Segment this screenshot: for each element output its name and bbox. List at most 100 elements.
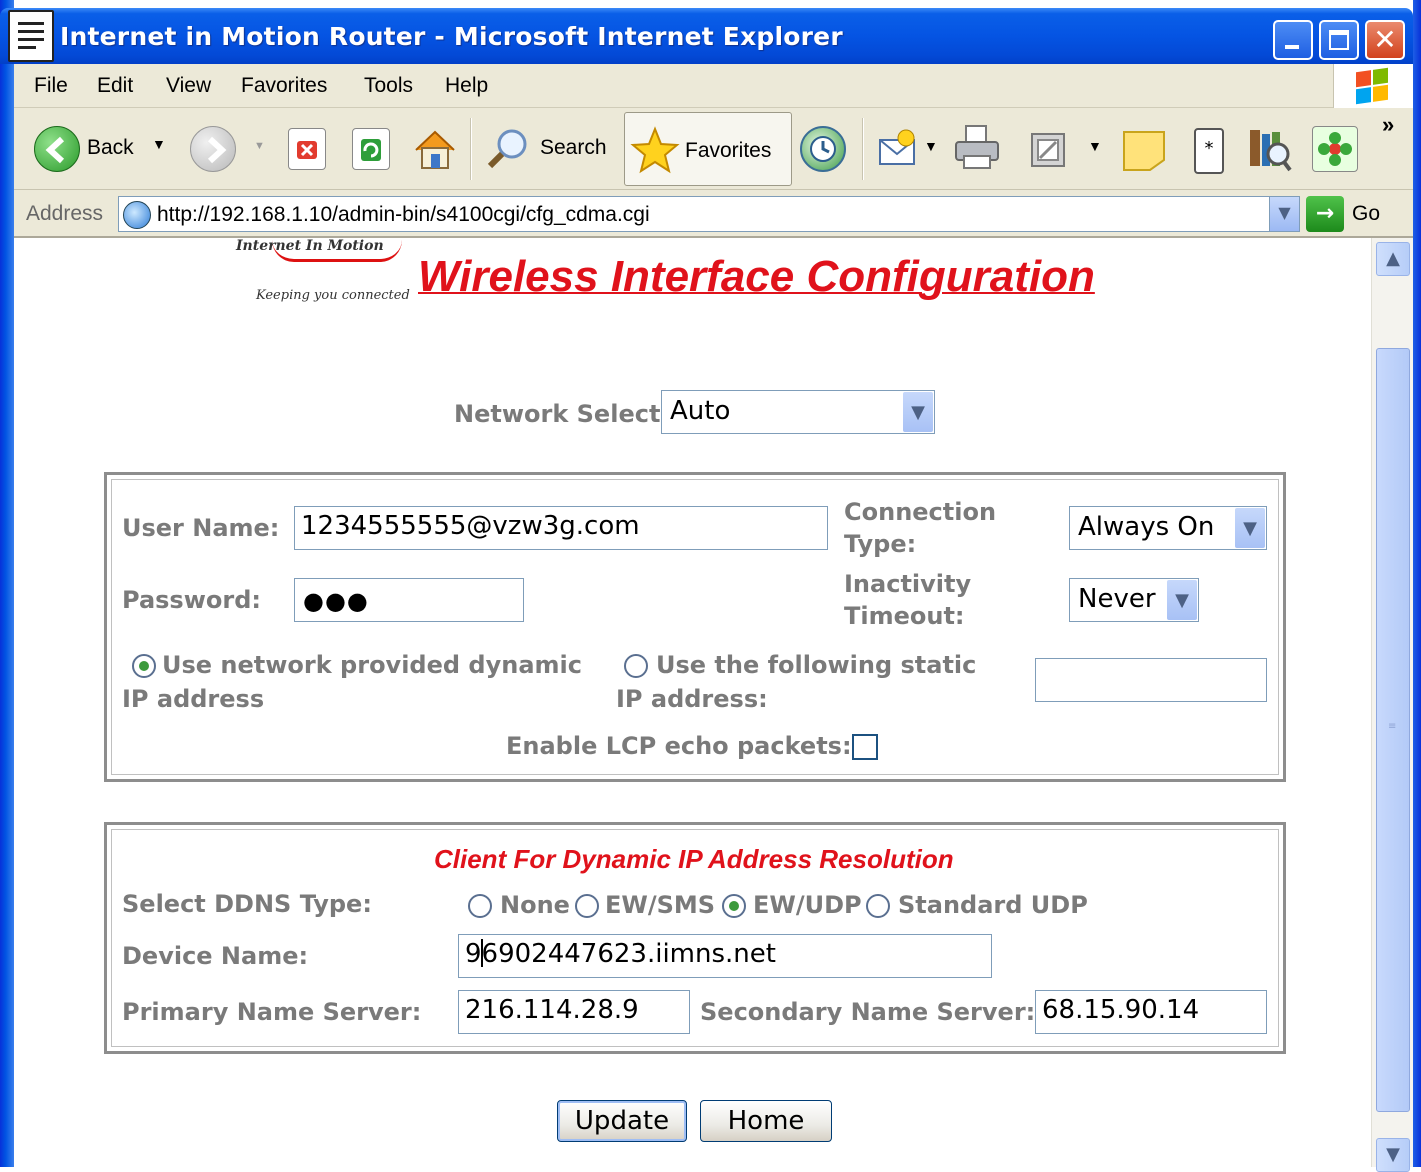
network-select-label: Network Select: [454,400,671,428]
maximize-icon [1329,30,1349,50]
edit-dropdown-icon[interactable]: ▼ [1088,138,1102,154]
scroll-up-icon[interactable]: ▲ [1376,242,1410,276]
chevron-down-icon[interactable]: ▼ [1235,508,1265,548]
network-select-value: Auto [670,396,731,426]
ddns-title: Client For Dynamic IP Address Resolution [434,844,954,874]
password-input[interactable]: ●●● [294,578,524,622]
minimize-button[interactable] [1273,20,1313,60]
stop-icon[interactable] [288,128,326,170]
logo-tagline: Keeping you connected [256,288,410,303]
user-name-value: 1234555555@vzw3g.com [301,511,640,541]
chevron-down-icon[interactable]: ▼ [1167,580,1197,620]
mail-icon[interactable] [876,126,922,178]
title-bar[interactable]: Internet in Motion Router - Microsoft In… [0,8,1413,64]
search-icon[interactable] [484,126,534,178]
lcp-echo-label: Enable LCP echo packets: [506,732,852,760]
menu-tools[interactable]: Tools [364,74,413,98]
favorites-star-icon [630,126,680,182]
address-label: Address [26,202,104,225]
mail-dropdown-icon[interactable]: ▼ [924,138,938,154]
refresh-icon[interactable] [352,128,390,170]
forward-dropdown-icon[interactable]: ▼ [254,140,265,152]
windows-logo [1333,64,1413,108]
more-chevron-icon[interactable]: » [1382,112,1394,138]
maximize-button[interactable] [1319,20,1359,60]
history-icon[interactable] [800,126,846,172]
update-button[interactable]: Update [557,1100,687,1142]
document-icon [8,10,54,62]
home-button[interactable]: Home [700,1100,832,1142]
ddns-standard-udp-label: Standard UDP [898,891,1088,919]
secondary-name-server-input[interactable]: 68.15.90.14 [1035,990,1267,1034]
connection-type-value: Always On [1078,512,1215,542]
ddns-none-label: None [500,891,570,919]
favorites-label[interactable]: Favorites [685,139,771,163]
vertical-scrollbar[interactable]: ▲ ≡ ▼ [1371,238,1413,1172]
chevron-down-icon[interactable]: ▼ [903,392,933,432]
ddns-ew-udp-radio[interactable] [722,894,746,918]
close-icon: ✕ [1373,23,1397,56]
device-name-input[interactable]: 96902447623.iimns.net [458,934,992,978]
back-label[interactable]: Back [87,136,134,160]
primary-name-server-input[interactable]: 216.114.28.9 [458,990,690,1034]
connection-type-label: Connection Type: [844,498,997,558]
user-name-input[interactable]: 1234555555@vzw3g.com [294,506,828,550]
windows-flag-icon [1356,67,1388,105]
static-ip-label: Use the following static IP address: [616,651,977,713]
inactivity-timeout-label: Inactivity Timeout: [844,570,972,630]
ddns-standard-udp-radio[interactable] [866,894,890,918]
user-name-label: User Name: [122,514,280,542]
print-icon[interactable] [952,122,1002,180]
menu-favorites[interactable]: Favorites [241,74,327,98]
svg-text:*: * [1205,138,1214,159]
flower-icon[interactable] [1312,126,1358,172]
menu-help[interactable]: Help [445,74,488,98]
ddns-none-radio[interactable] [468,894,492,918]
ddns-type-label: Select DDNS Type: [122,890,372,918]
ddns-ew-udp-label: EW/UDP [753,891,862,919]
search-label[interactable]: Search [540,136,607,160]
close-button[interactable]: ✕ [1365,20,1405,60]
secondary-name-server-label: Secondary Name Server: [700,998,1036,1026]
window-title: Internet in Motion Router - Microsoft In… [60,22,843,51]
ddns-ew-sms-radio[interactable] [575,894,599,918]
messenger-icon[interactable]: * [1192,126,1226,182]
dynamic-ip-label: Use network provided dynamic IP address [122,651,582,713]
logo-text: Internet In Motion [236,238,384,254]
address-bar: Address http://192.168.1.10/admin-bin/s4… [14,190,1413,238]
address-input[interactable]: http://192.168.1.10/admin-bin/s4100cgi/c… [118,196,1300,232]
window-frame-right [1413,0,1421,1167]
back-icon[interactable] [34,126,80,172]
lcp-echo-checkbox[interactable] [852,734,878,760]
ie-page-icon [123,201,151,229]
menu-view[interactable]: View [166,74,211,98]
edit-icon[interactable] [1028,130,1068,176]
discuss-icon[interactable] [1120,128,1168,180]
research-icon[interactable] [1244,124,1294,180]
primary-name-server-value: 216.114.28.9 [465,995,639,1025]
address-url[interactable]: http://192.168.1.10/admin-bin/s4100cgi/c… [157,203,650,227]
network-select[interactable]: Auto ▼ [661,390,935,434]
minimize-icon [1285,45,1299,49]
inactivity-timeout-value: Never [1078,584,1156,614]
address-dropdown-icon[interactable]: ▼ [1269,197,1299,231]
toolbar-separator [862,118,864,180]
go-arrow-icon[interactable]: → [1306,196,1344,232]
window-frame-left [0,0,14,1167]
home-icon[interactable] [412,126,458,178]
scrollbar-thumb[interactable]: ≡ [1376,348,1410,1112]
inactivity-timeout-select[interactable]: Never ▼ [1069,578,1199,622]
menu-file[interactable]: File [34,74,68,98]
go-label[interactable]: Go [1352,202,1380,226]
device-name-value: 96902447623.iimns.net [465,939,776,969]
forward-icon[interactable] [190,126,236,172]
back-dropdown-icon[interactable]: ▼ [152,136,166,152]
toolbar: Back ▼ ▼ Search Favorites ▼ ▼ * » [14,108,1413,190]
connection-type-select[interactable]: Always On ▼ [1069,506,1267,550]
menu-bar: File Edit View Favorites Tools Help [14,64,1413,108]
static-ip-input[interactable] [1035,658,1267,702]
menu-edit[interactable]: Edit [97,74,133,98]
primary-name-server-label: Primary Name Server: [122,998,422,1026]
password-mask: ●●● [303,587,369,615]
scrollbar-grip: ≡ [1388,721,1397,732]
